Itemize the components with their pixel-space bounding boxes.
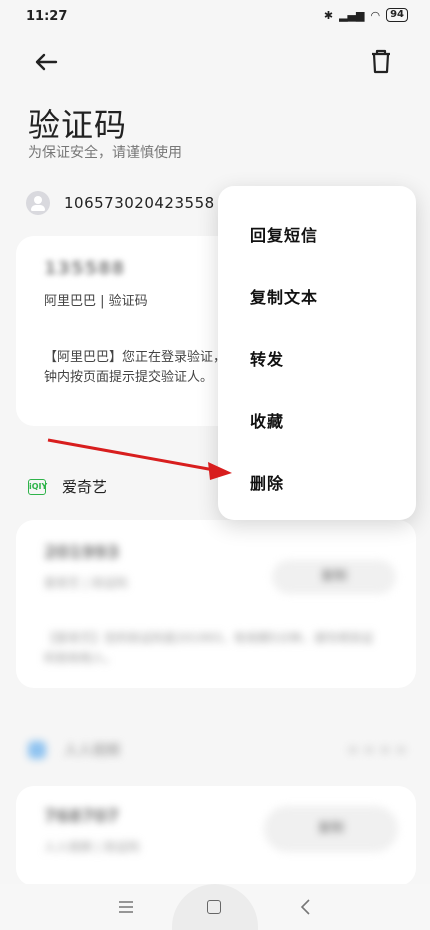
menu-item-delete[interactable]: 删除 xyxy=(250,470,284,494)
verification-code: 201993 xyxy=(44,542,120,563)
iqiyi-icon: iQIY xyxy=(28,478,47,495)
top-bar xyxy=(0,40,430,84)
message-body: 【爱奇艺】您的验证码是201993，有效期5分钟，请勿将验证码告知他人。 xyxy=(44,631,374,665)
navigation-bar xyxy=(0,884,430,930)
verification-code: 135588 xyxy=(44,258,126,279)
app-icon xyxy=(28,741,46,759)
message-body: 【阿里巴巴】您正在登录验证，分钟内按页面提示提交验证人。 xyxy=(44,350,240,385)
app-name: 爱奇艺 xyxy=(62,478,108,496)
copy-button[interactable]: 复制 xyxy=(264,806,398,852)
app-row-renren[interactable]: 人人视频 xyxy=(28,740,120,760)
app-name: 人人视频 xyxy=(64,743,120,759)
status-bar: 11:27 ✱ ▂▄▆ ◠ 94 xyxy=(0,0,430,34)
menu-icon[interactable] xyxy=(118,900,134,914)
message-label: 人人视频 | 验证码 xyxy=(44,840,140,854)
status-icons: ✱ ▂▄▆ ◠ 94 xyxy=(324,8,408,22)
sender-number: 10657302042355​8 xyxy=(64,194,215,212)
page-subtitle: 为保证安全，请谨慎使用 xyxy=(28,145,182,161)
avatar-icon xyxy=(26,191,50,215)
menu-item-forward[interactable]: 转发 xyxy=(250,346,284,370)
page-title: 验证码 xyxy=(28,106,128,144)
sender-row[interactable]: 10657302042355​8 xyxy=(26,188,215,218)
menu-item-copy-text[interactable]: 复制文本 xyxy=(250,284,318,308)
menu-item-reply[interactable]: 回复短信 xyxy=(250,222,318,246)
message-label: 阿里巴巴 | 验证码 xyxy=(44,294,148,309)
menu-item-favorite[interactable]: 收藏 xyxy=(250,408,284,432)
bluetooth-icon: ✱ xyxy=(323,8,334,22)
context-menu: 回复短信 复制文本 转发 收藏 删除 xyxy=(218,186,416,520)
app-row-iqiyi[interactable]: iQIY 爱奇艺 xyxy=(28,476,107,497)
home-icon[interactable] xyxy=(207,900,221,914)
back-arrow-icon[interactable] xyxy=(30,46,62,78)
nav-back-icon[interactable] xyxy=(298,898,314,916)
message-card[interactable]: 768707 人人视频 | 验证码 复制 xyxy=(16,786,416,886)
status-time: 11:27 xyxy=(26,9,68,24)
wifi-icon: ◠ xyxy=(370,8,381,22)
more-dots-icon[interactable] xyxy=(348,746,406,754)
message-card[interactable]: 201993 爱奇艺 | 验证码 复制 【爱奇艺】您的验证码是201993，有效… xyxy=(16,520,416,688)
signal-icon: ▂▄▆ xyxy=(339,8,365,22)
battery-icon: 94 xyxy=(386,8,408,22)
message-label: 爱奇艺 | 验证码 xyxy=(44,576,128,590)
trash-icon[interactable] xyxy=(366,46,396,76)
copy-button[interactable]: 复制 xyxy=(272,560,396,594)
verification-code: 768707 xyxy=(44,806,120,827)
